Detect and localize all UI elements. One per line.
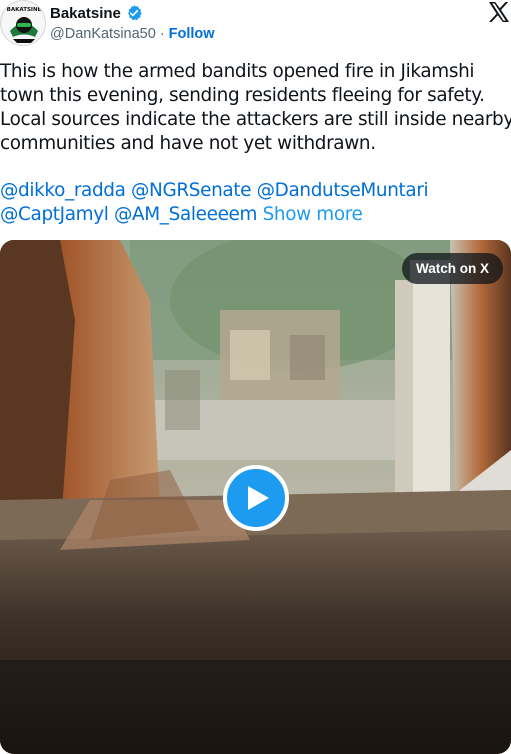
author-handle[interactable]: @DanKatsina50 [50, 26, 156, 42]
tweet-header: BAKATSINE Bakatsine @DanKatsina50 · Foll… [0, 0, 511, 50]
mention-link[interactable]: @AM_Saleeeem [114, 204, 257, 225]
tweet-text: This is how the armed bandits opened fir… [0, 60, 511, 156]
author-display-name[interactable]: Bakatsine [50, 5, 121, 22]
show-more-link[interactable]: Show more [263, 204, 363, 225]
separator-dot: · [159, 26, 165, 42]
name-row: Bakatsine [50, 2, 143, 24]
avatar[interactable]: BAKATSINE [0, 0, 46, 46]
follow-button[interactable]: Follow [169, 26, 215, 42]
tweet-text-line: town this evening, sending residents fle… [0, 85, 485, 106]
mentions-block: @dikko_radda @NGRSenate @DandutseMuntari… [0, 179, 511, 227]
verified-badge-icon [125, 4, 143, 22]
avatar-text: BAKATSINE [7, 7, 42, 13]
mention-link[interactable]: @dikko_radda [0, 180, 126, 201]
mention-link[interactable]: @NGRSenate [131, 180, 251, 201]
x-logo-icon[interactable] [487, 0, 511, 24]
watch-on-x-button[interactable]: Watch on X [402, 253, 503, 284]
play-icon [245, 484, 271, 512]
tweet-text-line: communities and have not yet withdrawn. [0, 133, 376, 154]
tweet-text-line: This is how the armed bandits opened fir… [0, 61, 475, 82]
play-button[interactable] [223, 465, 289, 531]
mention-link[interactable]: @CaptJamyl [0, 204, 109, 225]
tweet-text-line: Local sources indicate the attackers are… [0, 109, 511, 130]
video-player[interactable]: Watch on X [0, 240, 511, 754]
handle-row: @DanKatsina50 · Follow [50, 24, 215, 44]
mention-link[interactable]: @DandutseMuntari [257, 180, 429, 201]
